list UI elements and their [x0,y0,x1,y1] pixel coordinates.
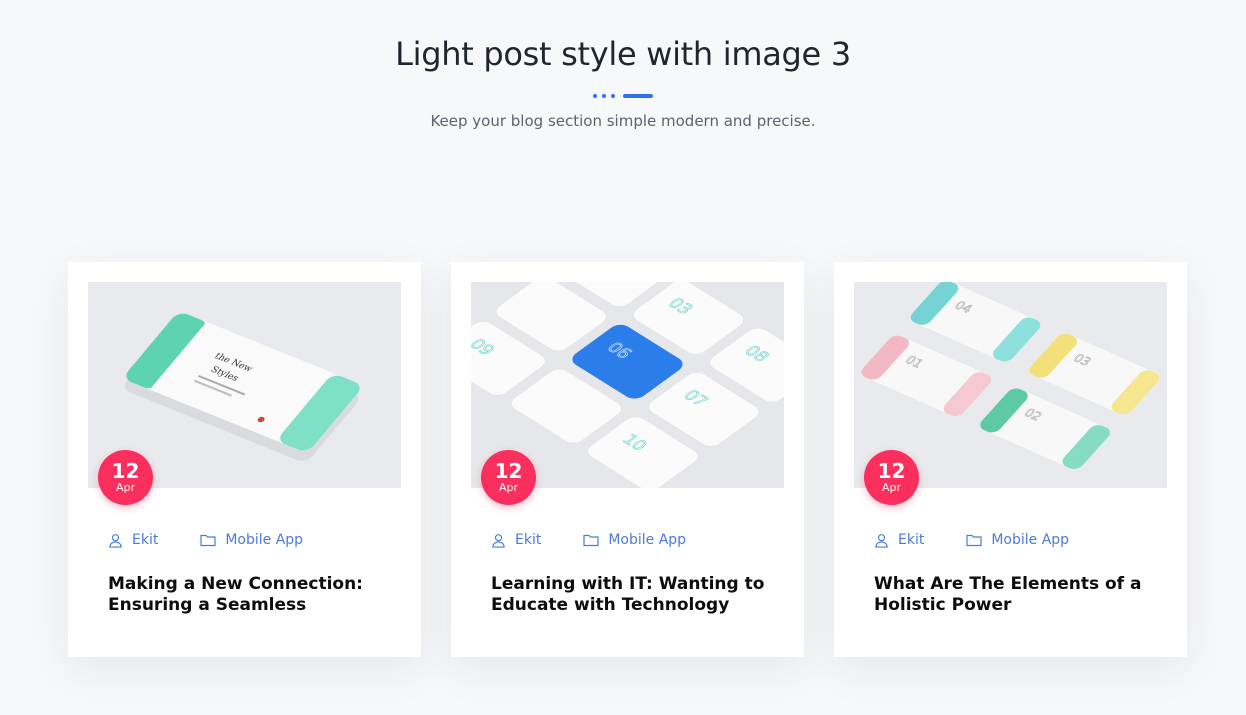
user-icon [875,533,888,548]
section-header: Light post style with image 3 Keep your … [0,32,1246,131]
divider-dot [611,94,615,98]
post-card: the New Styles 12 Apr Ekit Mobile App Ma… [68,262,421,657]
author-name: Ekit [132,532,159,548]
date-month: Apr [115,481,136,494]
folder-icon [966,534,982,547]
user-icon [109,533,122,548]
divider-dot [602,94,606,98]
post-title[interactable]: What Are The Elements of a Holistic Powe… [874,574,1164,616]
date-day: 12 [111,459,140,483]
author-link[interactable]: Ekit [491,532,541,548]
section-title: Light post style with image 3 [395,35,851,73]
post-card: 04 03 01 02 12 Apr Ekit Mobile App What … [834,262,1187,657]
category-link[interactable]: Mobile App [200,532,303,548]
post-title[interactable]: Making a New Connection: Ensuring a Seam… [108,574,398,616]
category-link[interactable]: Mobile App [583,532,686,548]
category-name: Mobile App [991,532,1070,548]
divider-bar [623,94,653,98]
date-day: 12 [877,459,906,483]
category-name: Mobile App [608,532,687,548]
folder-icon [200,534,216,547]
author-link[interactable]: Ekit [108,532,158,548]
date-badge: 12 Apr [98,450,153,505]
post-grid: the New Styles 12 Apr Ekit Mobile App Ma… [68,262,1187,657]
folder-icon [583,534,599,547]
post-meta: Ekit Mobile App [108,532,303,548]
author-name: Ekit [898,532,925,548]
post-meta: Ekit Mobile App [491,532,686,548]
divider-dot [593,94,597,98]
title-divider [0,93,1246,99]
post-title[interactable]: Learning with IT: Wanting to Educate wit… [491,574,781,616]
post-card: 03 08 07 09 10 06 12 Apr Ekit Mobile App… [451,262,804,657]
date-day: 12 [494,459,523,483]
date-month: Apr [881,481,902,494]
post-meta: Ekit Mobile App [874,532,1069,548]
date-badge: 12 Apr [481,450,536,505]
section-subtitle: Keep your blog section simple modern and… [430,112,816,130]
category-name: Mobile App [225,532,304,548]
date-month: Apr [498,481,519,494]
author-name: Ekit [515,532,542,548]
author-link[interactable]: Ekit [874,532,924,548]
category-link[interactable]: Mobile App [966,532,1069,548]
user-icon [492,533,505,548]
date-badge: 12 Apr [864,450,919,505]
